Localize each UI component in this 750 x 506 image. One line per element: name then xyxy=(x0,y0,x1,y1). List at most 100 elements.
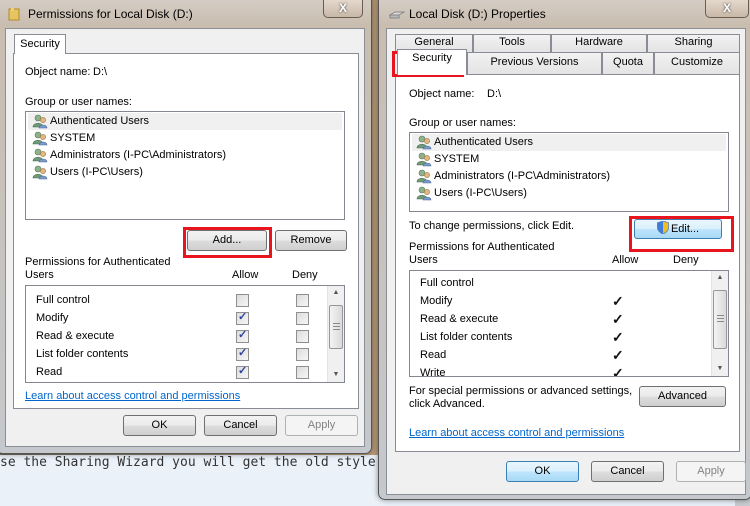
users-group-icon xyxy=(416,186,432,201)
allow-header: Allow xyxy=(232,269,259,281)
permission-allow-checkbox[interactable]: ✓ xyxy=(236,365,249,379)
user-list-item[interactable]: SYSTEM xyxy=(412,151,726,168)
permission-allow-checkbox[interactable] xyxy=(236,294,249,307)
user-list-item[interactable]: SYSTEM xyxy=(28,130,342,147)
close-icon: X xyxy=(338,1,347,15)
tab-hardware[interactable]: Hardware xyxy=(551,34,647,52)
users-group-icon xyxy=(32,165,48,180)
apply-button[interactable]: Apply xyxy=(676,461,746,482)
permission-row: List folder contents xyxy=(420,331,513,343)
cancel-button[interactable]: Cancel xyxy=(204,415,277,436)
scroll-down-arrow-icon[interactable]: ▼ xyxy=(328,368,344,382)
object-name-label: Object name: xyxy=(25,66,91,78)
scroll-up-arrow-icon[interactable]: ▲ xyxy=(328,286,344,300)
permissions-scrollbar[interactable]: ▲ ▼ xyxy=(327,286,344,382)
learn-access-control-link[interactable]: Learn about access control and permissio… xyxy=(25,390,240,402)
properties-dialog: Local Disk (D:) Properties X General Tool… xyxy=(378,0,750,500)
object-name-value: D:\ xyxy=(487,88,502,100)
permissions-for-label-2: Users xyxy=(25,269,54,281)
object-name-value: D:\ xyxy=(93,66,108,78)
user-list-item[interactable]: Administrators (I-PC\Administrators) xyxy=(28,147,342,164)
drive-icon xyxy=(389,11,405,19)
add-button[interactable]: Add... xyxy=(187,230,267,251)
checkmark-icon: ✓ xyxy=(238,347,248,359)
allow-checkmark-icon: ✓ xyxy=(612,329,624,345)
group-names-label: Group or user names: xyxy=(25,96,132,108)
permission-row: Write xyxy=(420,367,446,377)
user-list-item[interactable]: Administrators (I-PC\Administrators) xyxy=(412,168,726,185)
permission-deny-checkbox[interactable] xyxy=(296,294,309,307)
tab-customize[interactable]: Customize xyxy=(654,52,740,74)
users-group-icon xyxy=(416,169,432,184)
user-name: Authenticated Users xyxy=(434,136,534,148)
user-list[interactable]: Authenticated Users SYSTEM Administrators … xyxy=(409,132,729,212)
permission-allow-checkbox[interactable]: ✓ xyxy=(236,329,249,343)
scroll-thumb[interactable] xyxy=(329,305,343,349)
user-name: Administrators (I-PC\Administrators) xyxy=(434,170,611,182)
user-list-item[interactable]: Authenticated Users xyxy=(28,113,342,130)
tab-quota[interactable]: Quota xyxy=(602,52,654,74)
change-permissions-text: To change permissions, click Edit. xyxy=(409,220,575,232)
user-name: Administrators (I-PC\Administrators) xyxy=(50,149,227,161)
security-tab-panel: Object name: D:\ Group or user names: Au… xyxy=(395,74,740,452)
allow-header: Allow xyxy=(612,254,639,266)
close-button[interactable]: X xyxy=(705,0,749,18)
object-name-label: Object name: xyxy=(409,88,475,100)
advanced-text-2: click Advanced. xyxy=(409,398,485,410)
group-names-label: Group or user names: xyxy=(409,117,516,129)
tab-security[interactable]: Security xyxy=(397,49,467,75)
allow-checkmark-icon: ✓ xyxy=(612,347,624,363)
user-list[interactable]: Authenticated Users SYSTEM Administrators … xyxy=(25,111,345,220)
user-list-item[interactable]: Authenticated Users xyxy=(412,134,726,151)
background-page-text: se the Sharing Wizard you will get the o… xyxy=(0,455,380,470)
folder-icon xyxy=(8,8,20,21)
close-button[interactable]: X xyxy=(323,0,363,18)
cancel-button[interactable]: Cancel xyxy=(591,461,664,482)
security-tab-panel: Object name: D:\ Group or user names: Au… xyxy=(13,53,359,409)
dialog-client-area: Security Object name: D:\ Group or user … xyxy=(5,28,365,447)
user-name: SYSTEM xyxy=(434,153,480,165)
permission-row: Modify xyxy=(420,295,453,307)
user-list-item[interactable]: Users (I-PC\Users) xyxy=(412,185,726,202)
user-name: Users (I-PC\Users) xyxy=(434,187,527,199)
tab-previous-versions[interactable]: Previous Versions xyxy=(467,52,602,74)
permission-row: Modify xyxy=(36,312,69,324)
ok-button[interactable]: OK xyxy=(123,415,196,436)
user-list-item[interactable]: Users (I-PC\Users) xyxy=(28,164,342,181)
apply-button[interactable]: Apply xyxy=(285,415,358,436)
permission-deny-checkbox[interactable] xyxy=(296,330,309,343)
users-group-icon xyxy=(32,114,48,129)
allow-checkmark-icon: ✓ xyxy=(612,293,624,309)
permission-deny-checkbox[interactable] xyxy=(296,312,309,325)
checkmark-icon: ✓ xyxy=(238,311,248,323)
ok-button[interactable]: OK xyxy=(506,461,579,482)
permission-row: Read xyxy=(36,366,63,378)
remove-button[interactable]: Remove xyxy=(275,230,347,251)
uac-shield-icon xyxy=(656,220,669,235)
tab-label: Security xyxy=(20,38,60,50)
tab-tools[interactable]: Tools xyxy=(473,34,551,52)
permission-deny-checkbox[interactable] xyxy=(296,348,309,361)
edit-button[interactable]: Edit... xyxy=(634,219,722,239)
learn-access-control-link[interactable]: Learn about access control and permissio… xyxy=(409,427,624,439)
permission-row: Full control xyxy=(420,277,474,289)
permissions-list: ▲ ▼ Full control Modify ✓ Read & execute ✓ Li… xyxy=(409,270,729,377)
scroll-up-arrow-icon[interactable]: ▲ xyxy=(712,271,728,285)
close-icon: X xyxy=(722,1,731,15)
advanced-button[interactable]: Advanced xyxy=(639,386,726,407)
scroll-thumb[interactable] xyxy=(713,290,727,349)
permissions-for-label-2: Users xyxy=(409,254,438,266)
tab-security[interactable]: Security xyxy=(14,34,66,54)
permission-deny-checkbox[interactable] xyxy=(296,366,309,379)
users-group-icon xyxy=(416,152,432,167)
checkmark-icon: ✓ xyxy=(238,365,248,377)
permissions-for-label: Permissions for Authenticated xyxy=(409,241,555,253)
permission-row: Read & execute xyxy=(420,313,499,325)
permission-row: Read xyxy=(420,349,447,361)
permission-allow-checkbox[interactable]: ✓ xyxy=(236,347,249,361)
deny-header: Deny xyxy=(292,269,318,281)
permission-allow-checkbox[interactable]: ✓ xyxy=(236,311,249,325)
tab-sharing[interactable]: Sharing xyxy=(647,34,740,52)
scroll-down-arrow-icon[interactable]: ▼ xyxy=(712,362,728,376)
permissions-scrollbar[interactable]: ▲ ▼ xyxy=(711,271,728,376)
